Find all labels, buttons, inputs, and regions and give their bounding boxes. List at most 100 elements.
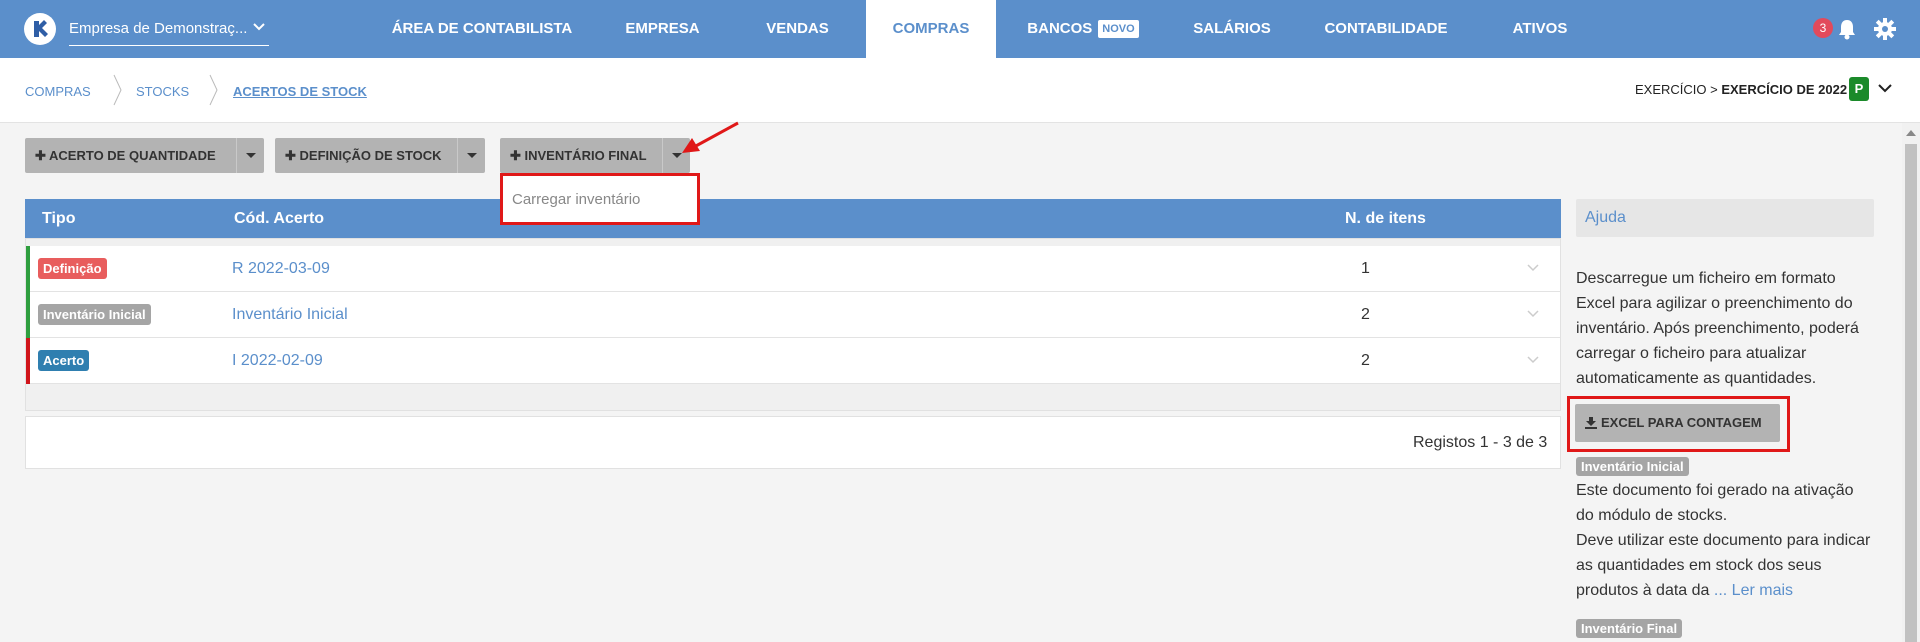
nav-contabilidade[interactable]: CONTABILIDADE: [1316, 0, 1456, 58]
chevron-down-icon[interactable]: [1526, 355, 1540, 365]
help-line-text: produtos à data da: [1576, 582, 1710, 599]
inventario-final-button[interactable]: ✚ INVENTÁRIO FINAL: [500, 138, 690, 173]
help-line: Este documento foi gerado na ativação: [1576, 482, 1854, 499]
tipo-tag: Definição: [38, 258, 107, 279]
breadcrumb-compras[interactable]: COMPRAS: [25, 84, 91, 99]
table-header: Tipo Cód. Acerto N. de itens: [25, 199, 1561, 238]
exercicio-selector[interactable]: EXERCÍCIO > EXERCÍCIO DE 2022: [1635, 82, 1847, 97]
nav-label: VENDAS: [766, 20, 829, 37]
help-body: Este documento foi gerado na ativação do…: [1576, 478, 1876, 603]
dropdown-caret-icon[interactable]: [457, 138, 485, 173]
codigo-link[interactable]: I 2022-02-09: [232, 352, 323, 370]
chevron-down-icon: [253, 23, 265, 31]
nav-area-contabilista[interactable]: ÁREA DE CONTABILISTA: [386, 0, 578, 58]
help-line: automaticamente as quantidades.: [1576, 370, 1817, 387]
excel-highlight: EXCEL PARA CONTAGEM: [1567, 396, 1790, 452]
help-line: Descarregue um ficheiro em formato: [1576, 270, 1836, 287]
help-line: carregar o ficheiro para atualizar: [1576, 345, 1807, 362]
nav-empresa[interactable]: EMPRESA: [610, 0, 715, 58]
inventario-final-tag: Inventário Final: [1576, 619, 1683, 638]
itens-value: 2: [1361, 352, 1370, 369]
help-panel-header[interactable]: Ajuda: [1576, 199, 1874, 237]
scroll-up-icon[interactable]: [1906, 130, 1916, 136]
chevron-down-icon[interactable]: [1526, 263, 1540, 273]
itens-value: 2: [1361, 306, 1370, 323]
breadcrumb-separator-icon: [113, 74, 122, 106]
ler-mais-link[interactable]: Ler mais: [1732, 582, 1793, 599]
company-name: Empresa de Demonstraç...: [69, 20, 248, 37]
carregar-inventario-item[interactable]: Carregar inventário: [512, 191, 640, 208]
codigo-link[interactable]: Inventário Inicial: [232, 306, 348, 324]
excel-contagem-button[interactable]: EXCEL PARA CONTAGEM: [1575, 404, 1780, 442]
breadcrumb-acertos[interactable]: ACERTOS DE STOCK: [233, 84, 367, 99]
app-logo[interactable]: [24, 13, 56, 45]
exercicio-status-badge: P: [1849, 77, 1869, 101]
tipo-tag: Acerto: [38, 350, 90, 371]
row-status-bar: [26, 292, 30, 338]
chevron-down-icon[interactable]: [1526, 309, 1540, 319]
download-icon: [1585, 417, 1597, 429]
help-line: Deve utilizar este documento para indica…: [1576, 532, 1871, 549]
column-codigo[interactable]: Cód. Acerto: [234, 210, 324, 228]
nav-label: ÁREA DE CONTABILISTA: [391, 20, 573, 37]
nav-vendas[interactable]: VENDAS: [745, 0, 850, 58]
definicao-stock-button[interactable]: ✚ DEFINIÇÃO DE STOCK: [275, 138, 485, 173]
bell-icon[interactable]: [1836, 18, 1858, 40]
acerto-quantidade-button[interactable]: ✚ ACERTO DE QUANTIDADE: [25, 138, 264, 173]
scrollbar-thumb[interactable]: [1905, 144, 1917, 642]
column-itens[interactable]: N. de itens: [1345, 210, 1426, 228]
chevron-down-icon[interactable]: [1877, 82, 1893, 96]
definicao-stock-label: ✚ DEFINIÇÃO DE STOCK: [285, 148, 442, 163]
itens-value: 1: [1361, 260, 1370, 277]
novo-badge: NOVO: [1098, 20, 1139, 38]
nav-label: EMPRESA: [625, 20, 700, 37]
nav-label: COMPRAS: [892, 20, 970, 37]
exercicio-value: EXERCÍCIO DE 2022: [1721, 82, 1848, 97]
company-selector[interactable]: Empresa de Demonstraç...: [69, 18, 269, 46]
nav-label: SALÁRIOS: [1193, 20, 1271, 37]
gear-icon[interactable]: [1873, 17, 1897, 41]
nav-label: ATIVOS: [1512, 20, 1568, 37]
button-text: ACERTO DE QUANTIDADE: [49, 148, 216, 163]
table-footer: Registos 1 - 3 de 3: [25, 416, 1561, 469]
inventario-final-label: ✚ INVENTÁRIO FINAL: [510, 148, 647, 163]
column-tipo[interactable]: Tipo: [42, 210, 75, 228]
acerto-quantidade-label: ✚ ACERTO DE QUANTIDADE: [35, 148, 216, 163]
help-line: inventário. Após preenchimento, poderá: [1576, 320, 1859, 337]
breadcrumb-separator-icon: [209, 74, 218, 106]
notification-count-badge[interactable]: 3: [1813, 18, 1833, 38]
nav-label: BANCOS: [1027, 20, 1093, 37]
breadcrumb-stocks[interactable]: STOCKS: [136, 84, 189, 99]
help-line: Excel para agilizar o preenchimento do: [1576, 295, 1853, 312]
table-row[interactable]: Definição R 2022-03-09 1: [26, 246, 1560, 292]
subheader: COMPRAS STOCKS ACERTOS DE STOCK EXERCÍCI…: [0, 58, 1920, 123]
help-line: as quantidades em stock dos seus: [1576, 557, 1822, 574]
exercicio-prefix: EXERCÍCIO >: [1635, 82, 1722, 97]
nav-bancos[interactable]: BANCOS NOVO: [1018, 0, 1148, 58]
button-text: INVENTÁRIO FINAL: [524, 148, 647, 163]
table-row[interactable]: Inventário Inicial Inventário Inicial 2: [26, 292, 1560, 338]
tipo-tag: Inventário Inicial: [38, 304, 151, 325]
nav-ativos[interactable]: ATIVOS: [1488, 0, 1592, 58]
pagination-info: Registos 1 - 3 de 3: [1413, 434, 1548, 451]
codigo-link[interactable]: R 2022-03-09: [232, 260, 330, 278]
dropdown-caret-icon[interactable]: [236, 138, 264, 173]
inventario-final-dropdown: Carregar inventário: [500, 173, 700, 225]
row-status-bar: [26, 338, 30, 384]
help-title: Ajuda: [1585, 209, 1626, 226]
nav-label: CONTABILIDADE: [1324, 20, 1448, 37]
inventario-inicial-tag: Inventário Inicial: [1576, 457, 1689, 476]
row-status-bar: [26, 246, 30, 292]
button-text: EXCEL PARA CONTAGEM: [1601, 415, 1762, 430]
top-navbar: Empresa de Demonstraç... ÁREA DE CONTABI…: [0, 0, 1920, 58]
button-text: DEFINIÇÃO DE STOCK: [299, 148, 442, 163]
help-line: produtos à data da ... Ler mais: [1576, 578, 1876, 603]
table-row[interactable]: Acerto I 2022-02-09 2: [26, 338, 1560, 384]
table-body: Definição R 2022-03-09 1 Inventário Inic…: [25, 238, 1561, 411]
annotation-arrow-icon: [682, 121, 739, 153]
help-intro: Descarregue um ficheiro em formato Excel…: [1576, 266, 1876, 391]
ellipsis: ...: [1709, 582, 1732, 599]
nav-salarios[interactable]: SALÁRIOS: [1180, 0, 1284, 58]
nav-compras[interactable]: COMPRAS: [866, 0, 996, 58]
help-line: do módulo de stocks.: [1576, 507, 1728, 524]
